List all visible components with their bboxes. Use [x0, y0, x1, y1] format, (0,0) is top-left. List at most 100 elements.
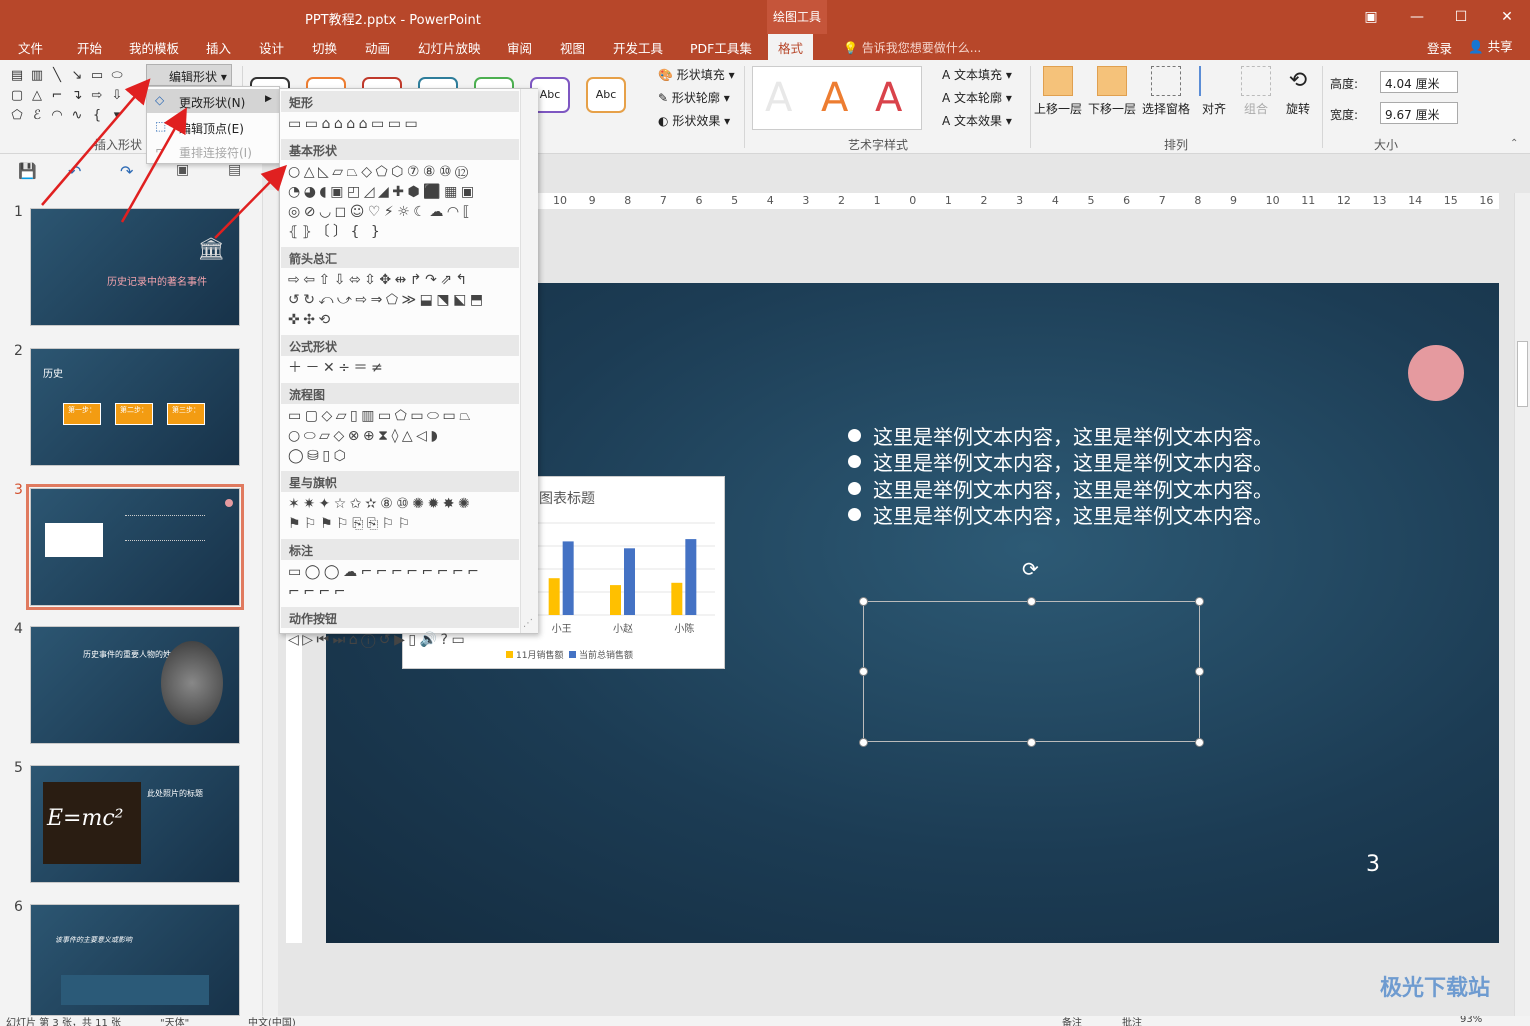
shape-row[interactable]: ⇨⇦⇧⇩⬄⇳✥⇹↱↷⇗↰	[288, 271, 471, 289]
shape-row[interactable]: ◔◕◖▣◰◿◢✚⬢⬛▦▣	[288, 183, 478, 201]
tell-me-search[interactable]: 💡 告诉我您想要做什么...	[843, 39, 981, 56]
shape-row[interactable]: ✜✣⟲	[288, 311, 334, 329]
bullet-item[interactable]: 这里是举例文本内容，这里是举例文本内容。	[848, 500, 1273, 529]
ribbon-display-icon[interactable]: ▣	[1358, 6, 1384, 28]
rotate-handle-icon[interactable]: ⟳	[1022, 558, 1044, 580]
language-status[interactable]: 中文(中国)	[248, 1016, 296, 1026]
collapse-ribbon-icon[interactable]: ⌃	[1510, 138, 1518, 149]
tab-view[interactable]: 视图	[560, 38, 585, 57]
shape-outline-button[interactable]: ✎ 形状轮廓 ▾	[658, 89, 730, 106]
elbow-arrow-icon[interactable]: ↴	[68, 88, 86, 104]
wordart-preset-red[interactable]: A	[875, 75, 902, 121]
send-backward-button[interactable]: 下移一层	[1086, 66, 1138, 117]
edit-points-menu-item[interactable]: ⬚ 编辑顶点(E)	[147, 115, 279, 139]
bullet-item[interactable]: 这里是举例文本内容，这里是举例文本内容。	[848, 421, 1273, 450]
decorative-circle[interactable]	[1408, 345, 1464, 401]
text-effect-button[interactable]: A 文本效果 ▾	[942, 112, 1012, 129]
notes-button[interactable]: 备注	[1062, 1016, 1082, 1026]
tab-home[interactable]: 开始	[77, 38, 102, 57]
shape-row[interactable]: ⦃⦄〔〕{ }	[288, 223, 383, 241]
tab-pdf-tools[interactable]: PDF工具集	[690, 38, 752, 57]
resize-handle[interactable]	[1195, 597, 1204, 606]
scribble-icon[interactable]: ℰ	[28, 108, 46, 124]
tab-my-templates[interactable]: 我的模板	[129, 38, 179, 57]
width-input[interactable]: 9.67 厘米	[1380, 102, 1458, 124]
vertical-scrollbar[interactable]	[1514, 193, 1530, 1016]
start-slideshow-icon[interactable]: ▣	[176, 162, 189, 178]
brace-icon[interactable]: {	[88, 108, 106, 124]
triangle-icon[interactable]: △	[28, 88, 46, 104]
oval-icon[interactable]: ⬭	[108, 68, 126, 84]
arrow-line-icon[interactable]: ↘	[68, 68, 86, 84]
rectangle-icon[interactable]: ▭	[88, 68, 106, 84]
shape-style-preset-7[interactable]: Abc	[586, 77, 626, 113]
customize-toolbar-icon[interactable]: ▤	[228, 162, 241, 178]
shape-row[interactable]: ◁▷⏮⏭⌂ⓘ↺▶▯🔊?▭	[288, 631, 468, 649]
tab-animations[interactable]: 动画	[365, 38, 390, 57]
scroll-thumb[interactable]	[1517, 341, 1528, 407]
selected-rectangle-shape[interactable]	[863, 601, 1200, 742]
resize-grip-icon[interactable]: ⋰	[523, 618, 533, 629]
more-shapes-icon[interactable]: ▾	[108, 108, 126, 124]
minimize-button[interactable]: —	[1404, 6, 1430, 28]
shape-row[interactable]: ○△◺▱⏢◇⬠⬡⑦⑧⑩⑫	[288, 163, 472, 181]
share-button[interactable]: 👤 共享	[1468, 36, 1513, 55]
slide-thumbnail-5[interactable]: E=mc² 此处照片的标题	[30, 765, 240, 883]
shape-row[interactable]: ▭▭⌂⌂⌂⌂▭▭▭	[288, 115, 421, 133]
resize-handle[interactable]	[859, 667, 868, 676]
vertical-textbox-icon[interactable]: ▥	[28, 68, 46, 84]
shape-row[interactable]: ▭▢◇▱▯▥▭⬠▭⬭▭⏢	[288, 407, 474, 425]
shape-gallery-scrollbar[interactable]	[520, 89, 538, 633]
close-button[interactable]: ✕	[1494, 6, 1520, 28]
height-input[interactable]: 4.04 厘米	[1380, 71, 1458, 93]
bullet-item[interactable]: 这里是举例文本内容，这里是举例文本内容。	[848, 474, 1273, 503]
tab-file[interactable]: 文件	[18, 38, 43, 57]
resize-handle[interactable]	[859, 738, 868, 747]
slide-thumbnail-1[interactable]: 历史记录中的著名事件 🏛	[30, 208, 240, 326]
tab-review[interactable]: 审阅	[507, 38, 532, 57]
shape-row[interactable]: ↺↻⤺⤻⇨⇒⬠≫⬓⬔⬕⬒	[288, 291, 487, 309]
tab-developer[interactable]: 开发工具	[613, 38, 663, 57]
shape-effect-button[interactable]: ◐ 形状效果 ▾	[658, 112, 730, 129]
resize-handle[interactable]	[1027, 738, 1036, 747]
bullet-item[interactable]: 这里是举例文本内容，这里是举例文本内容。	[848, 447, 1273, 476]
maximize-button[interactable]: ☐	[1448, 6, 1474, 28]
undo-icon[interactable]: ↶	[68, 162, 81, 181]
tab-design[interactable]: 设计	[259, 38, 284, 57]
login-link[interactable]: 登录	[1427, 38, 1452, 57]
redo-icon[interactable]: ↷	[120, 162, 133, 181]
tab-slideshow[interactable]: 幻灯片放映	[418, 38, 481, 57]
slide-thumbnail-2[interactable]: 历史 第一步： 第二步： 第三步：	[30, 348, 240, 466]
edit-shape-button[interactable]: 编辑形状 ▾	[146, 64, 232, 86]
text-outline-button[interactable]: A 文本轮廓 ▾	[942, 89, 1012, 106]
shape-fill-button[interactable]: 🎨 形状填充 ▾	[658, 66, 735, 83]
textbox-icon[interactable]: ▤	[8, 68, 26, 84]
shape-row[interactable]: ⌐⌐⌐⌐	[288, 583, 349, 601]
curve-icon[interactable]: ∿	[68, 108, 86, 124]
resize-handle[interactable]	[1027, 597, 1036, 606]
shape-row[interactable]: ＋－✕÷＝≠	[288, 359, 386, 377]
shape-row[interactable]: ◎⊘◡◻☺♡⚡☼☾☁◠⟦	[288, 203, 473, 221]
tab-insert[interactable]: 插入	[206, 38, 231, 57]
text-fill-button[interactable]: A 文本填充 ▾	[942, 66, 1012, 83]
thumbnail-scrollbar[interactable]	[262, 190, 278, 1016]
comments-button[interactable]: 批注	[1122, 1016, 1142, 1026]
freeform-icon[interactable]: ⬠	[8, 108, 26, 124]
slide-thumbnail-4[interactable]: 历史事件的重要人物的姓名	[30, 626, 240, 744]
shape-row[interactable]: ◯⛁▯⬡	[288, 447, 349, 465]
tab-transitions[interactable]: 切换	[312, 38, 337, 57]
resize-handle[interactable]	[859, 597, 868, 606]
selection-pane-button[interactable]: 选择窗格	[1140, 66, 1192, 117]
shape-row[interactable]: ▭◯◯☁⌐⌐⌐⌐⌐⌐⌐⌐	[288, 563, 482, 581]
slide-thumbnail-3[interactable]	[26, 484, 244, 610]
right-arrow-icon[interactable]: ⇨	[88, 88, 106, 104]
shape-row[interactable]: ✶✷✦☆✩✫⑧⑩✺✹✸✺	[288, 495, 473, 513]
wordart-preset-orange[interactable]: A	[821, 75, 848, 121]
reroute-connectors-menu-item[interactable]: ⌐ 重排连接符(I)	[147, 139, 279, 163]
save-icon[interactable]: 💾	[18, 162, 37, 180]
elbow-icon[interactable]: ⌐	[48, 88, 66, 104]
tab-format[interactable]: 格式	[768, 34, 814, 60]
resize-handle[interactable]	[1195, 738, 1204, 747]
down-arrow-icon[interactable]: ⇩	[108, 88, 126, 104]
wordart-gallery[interactable]: A A A	[752, 66, 922, 130]
